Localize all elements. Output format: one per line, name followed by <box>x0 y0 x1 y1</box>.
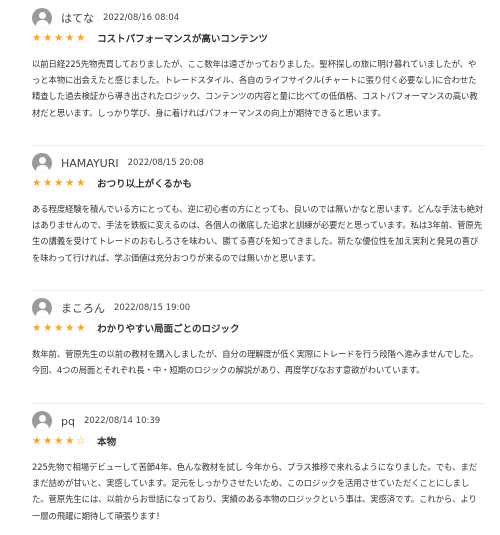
star-filled-icon: ★ <box>76 32 86 44</box>
avatar-icon <box>32 298 52 318</box>
rating-row: ★ ★ ★ ★ ★ コストパフォーマンスが高いコンテンツ <box>32 31 268 45</box>
star-rating: ★ ★ ★ ★ ★ <box>32 32 87 44</box>
star-filled-icon: ★ <box>32 177 42 189</box>
review-title: コストパフォーマンスが高いコンテンツ <box>97 34 268 45</box>
review-header: pq 2022/08/14 10:39 <box>32 411 160 431</box>
star-filled-icon: ★ <box>43 435 53 447</box>
divider <box>32 403 484 404</box>
star-empty-icon: ☆ <box>76 435 86 447</box>
avatar-icon <box>32 153 52 173</box>
review-header: HAMAYURI 2022/08/15 20:08 <box>32 153 204 173</box>
reviewer-name: まころん <box>61 302 105 315</box>
star-rating: ★ ★ ★ ★ ☆ <box>32 435 87 447</box>
star-filled-icon: ★ <box>32 435 42 447</box>
review-date: 2022/08/16 08:04 <box>103 13 180 23</box>
star-filled-icon: ★ <box>76 322 86 334</box>
star-filled-icon: ★ <box>54 322 64 334</box>
star-filled-icon: ★ <box>65 435 75 447</box>
rating-row: ★ ★ ★ ★ ☆ 本物 <box>32 434 116 448</box>
review-body: ある程度経験を積んでいる方にとっても、逆に初心者の方にとっても、良いのでは無いか… <box>32 204 484 263</box>
star-filled-icon: ★ <box>43 322 53 334</box>
avatar-icon <box>32 411 52 431</box>
star-filled-icon: ★ <box>54 32 64 44</box>
star-rating: ★ ★ ★ ★ ★ <box>32 177 87 189</box>
review-body: 以前日経225先物売買しておりましたが、ここ数年は遠ざかっておりました。聖杯探し… <box>32 59 478 118</box>
avatar-icon <box>32 8 52 28</box>
review-header: まころん 2022/08/15 19:00 <box>32 298 190 318</box>
rating-row: ★ ★ ★ ★ ★ わかりやすい局面ごとのロジック <box>32 321 239 335</box>
divider <box>32 145 484 146</box>
star-filled-icon: ★ <box>54 177 64 189</box>
review-body: 数年前、菅原先生の以前の教材を購入しましたが、自分の理解度が低く実際にトレードを… <box>32 349 479 376</box>
review-date: 2022/08/15 19:00 <box>114 303 191 313</box>
review-date: 2022/08/14 10:39 <box>83 416 161 426</box>
star-filled-icon: ★ <box>43 32 53 44</box>
rating-row: ★ ★ ★ ★ ★ おつり以上がくるかも <box>32 176 192 190</box>
review-title: おつり以上がくるかも <box>97 179 192 190</box>
star-rating: ★ ★ ★ ★ ★ <box>32 322 87 334</box>
reviewer-name: はてな <box>61 12 94 25</box>
review-header: はてな 2022/08/16 08:04 <box>32 8 179 28</box>
star-filled-icon: ★ <box>65 32 75 44</box>
star-filled-icon: ★ <box>54 435 64 447</box>
star-filled-icon: ★ <box>43 177 53 189</box>
reviewer-name: HAMAYURI <box>61 156 119 170</box>
review-date: 2022/08/15 20:08 <box>127 158 204 168</box>
star-filled-icon: ★ <box>65 177 75 189</box>
review-body: 225先物で相場デビューして苦節4年、色んな教材を試し 今年から、プラス推移で来… <box>32 462 478 521</box>
star-filled-icon: ★ <box>76 177 86 189</box>
review-title: わかりやすい局面ごとのロジック <box>97 324 240 335</box>
reviewer-name: pq <box>61 414 75 428</box>
star-filled-icon: ★ <box>32 32 42 44</box>
star-filled-icon: ★ <box>65 322 75 334</box>
divider <box>32 290 484 291</box>
review-title: 本物 <box>97 437 117 448</box>
star-filled-icon: ★ <box>32 322 42 334</box>
